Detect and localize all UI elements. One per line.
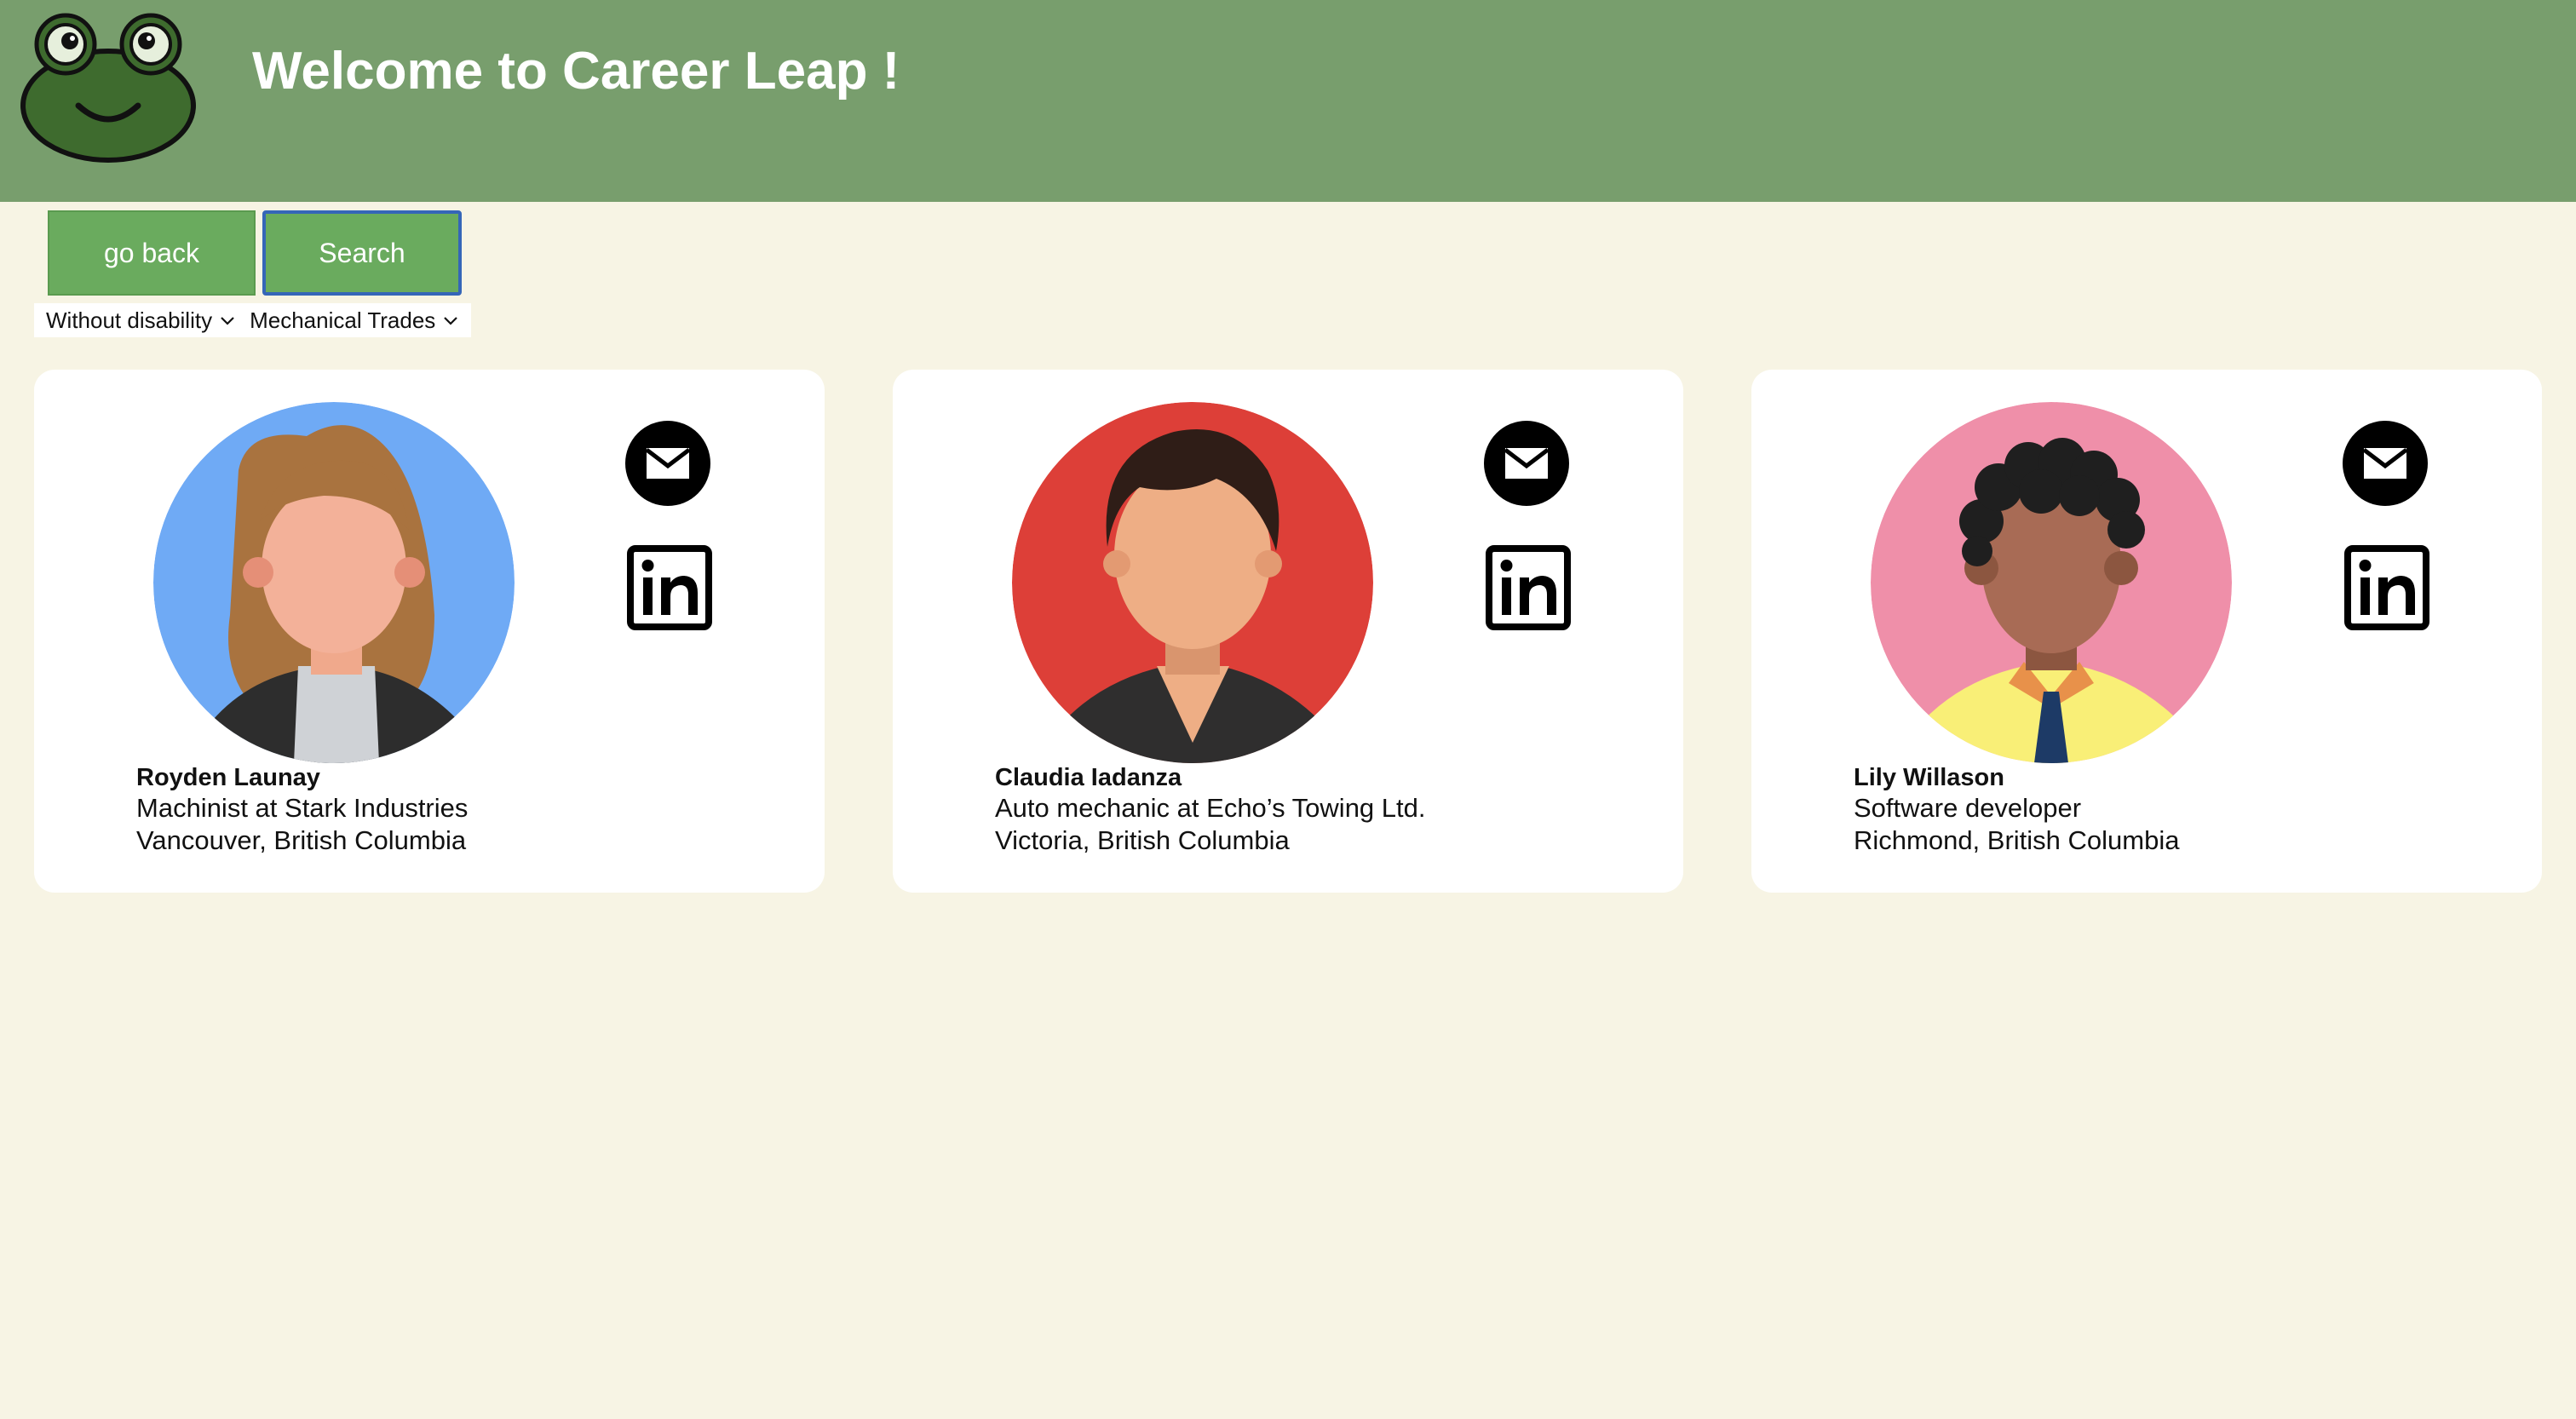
profile-card: Royden Launay Machinist at Stark Industr… bbox=[34, 370, 825, 893]
frog-logo-icon bbox=[20, 13, 196, 163]
disability-select[interactable]: Without disability bbox=[39, 307, 243, 334]
linkedin-icon[interactable] bbox=[2344, 545, 2429, 630]
field-select[interactable]: Mechanical Trades bbox=[243, 307, 466, 334]
avatar bbox=[153, 402, 515, 763]
mail-icon[interactable] bbox=[625, 421, 710, 506]
disability-select-value: Without disability bbox=[46, 307, 213, 333]
filter-bar: Without disability Mechanical Trades bbox=[34, 303, 472, 337]
profile-info: Lily Willason Software developer Richmon… bbox=[1854, 763, 2179, 857]
avatar bbox=[1871, 402, 2232, 763]
chevron-down-icon bbox=[221, 317, 234, 325]
linkedin-icon[interactable] bbox=[1486, 545, 1571, 630]
profile-name: Claudia Iadanza bbox=[995, 764, 1182, 791]
avatar bbox=[1012, 402, 1373, 763]
go-back-button[interactable]: go back bbox=[48, 210, 256, 296]
search-button[interactable]: Search bbox=[262, 210, 462, 296]
page-title: Welcome to Career Leap ! bbox=[252, 42, 900, 101]
profile-title: Software developer bbox=[1854, 793, 2082, 823]
linkedin-icon[interactable] bbox=[627, 545, 712, 630]
mail-icon[interactable] bbox=[1484, 421, 1569, 506]
profile-info: Royden Launay Machinist at Stark Industr… bbox=[136, 763, 468, 857]
profile-name: Royden Launay bbox=[136, 764, 320, 791]
profile-title: Auto mechanic at Echo’s Towing Ltd. bbox=[995, 793, 1426, 823]
profile-location: Victoria, British Columbia bbox=[995, 825, 1290, 855]
field-select-value: Mechanical Trades bbox=[250, 307, 436, 333]
profile-info: Claudia Iadanza Auto mechanic at Echo’s … bbox=[995, 763, 1426, 857]
profile-location: Richmond, British Columbia bbox=[1854, 825, 2180, 855]
mail-icon[interactable] bbox=[2343, 421, 2428, 506]
app-header: Welcome to Career Leap ! bbox=[0, 0, 2576, 202]
profile-title: Machinist at Stark Industries bbox=[136, 793, 469, 823]
profile-name: Lily Willason bbox=[1854, 764, 2004, 791]
profile-card: Claudia Iadanza Auto mechanic at Echo’s … bbox=[893, 370, 1683, 893]
chevron-down-icon bbox=[444, 317, 458, 325]
profile-card: Lily Willason Software developer Richmon… bbox=[1751, 370, 2542, 893]
profile-location: Vancouver, British Columbia bbox=[136, 825, 467, 855]
